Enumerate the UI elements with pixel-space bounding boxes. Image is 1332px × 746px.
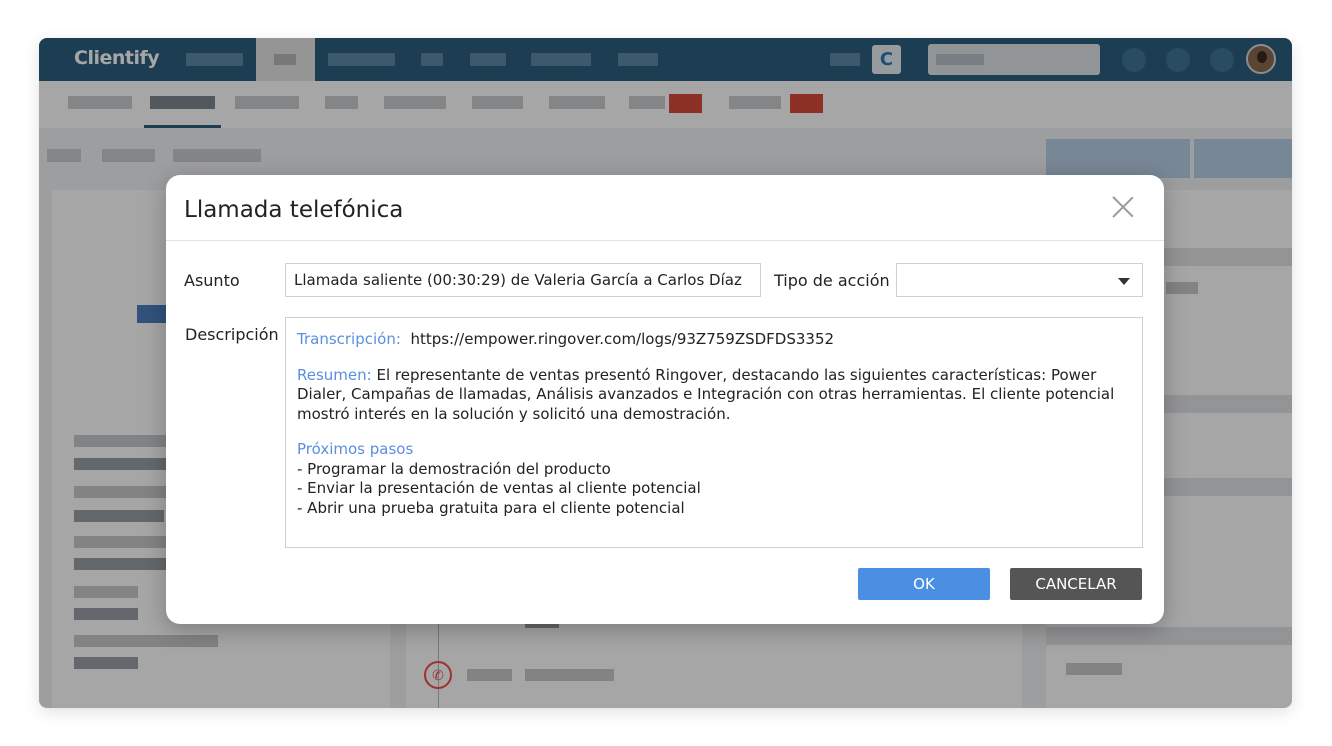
next-step-item: - Enviar la presentación de ventas al cl… [297,479,701,497]
phone-call-dialog: Llamada telefónica Asunto Llamada salien… [166,175,1164,624]
ok-button[interactable]: OK [858,568,990,600]
next-steps-label: Próximos pasos [297,440,414,458]
header-divider [166,240,1164,241]
summary-paragraph: Resumen: El representante de ventas pres… [297,366,1131,425]
transcription-line: Transcripción: https://empower.ringover.… [297,330,1131,350]
summary-label: Resumen: [297,365,372,384]
asunto-input[interactable]: Llamada saliente (00:30:29) de Valeria G… [285,263,761,297]
tipo-de-accion-select[interactable] [896,263,1143,297]
next-steps: Próximos pasos - Programar la demostraci… [297,440,1131,518]
tipo-de-accion-label: Tipo de acción [774,271,890,290]
chevron-down-icon [1118,278,1130,285]
summary-text: El representante de ventas presentó Ring… [297,365,1115,423]
phone-call-icon: ✆ [424,661,452,689]
transcription-label: Transcripción: [297,330,401,348]
next-step-item: - Programar la demostración del producto [297,459,611,478]
close-icon[interactable] [1111,195,1135,219]
dialog-title: Llamada telefónica [184,197,404,223]
asunto-label: Asunto [184,271,240,290]
cancel-button[interactable]: CANCELAR [1010,568,1142,600]
next-step-item: - Abrir una prueba gratuita para el clie… [297,498,685,517]
transcription-url: https://empower.ringover.com/logs/93Z759… [410,330,835,348]
descripcion-label: Descripción [185,325,279,344]
descripcion-textarea[interactable]: Transcripción: https://empower.ringover.… [285,317,1143,548]
